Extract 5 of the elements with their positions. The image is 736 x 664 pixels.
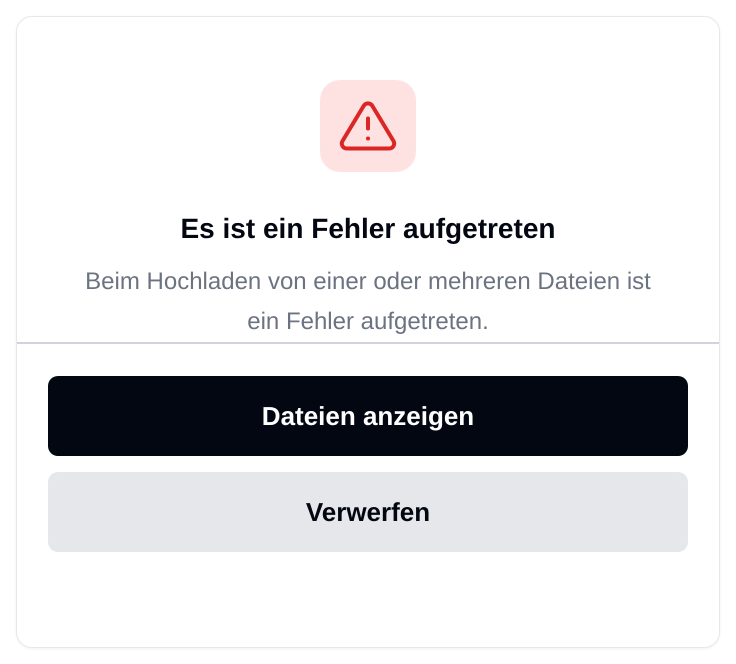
warning-icon (320, 80, 416, 172)
discard-button[interactable]: Verwerfen (48, 472, 688, 552)
dialog-message: Beim Hochladen von einer oder mehreren Dateien ist ein Fehler aufgetreten. (84, 267, 652, 337)
dialog-title: Es ist ein Fehler aufgetreten (180, 212, 556, 246)
show-files-button[interactable]: Dateien anzeigen (48, 376, 688, 456)
